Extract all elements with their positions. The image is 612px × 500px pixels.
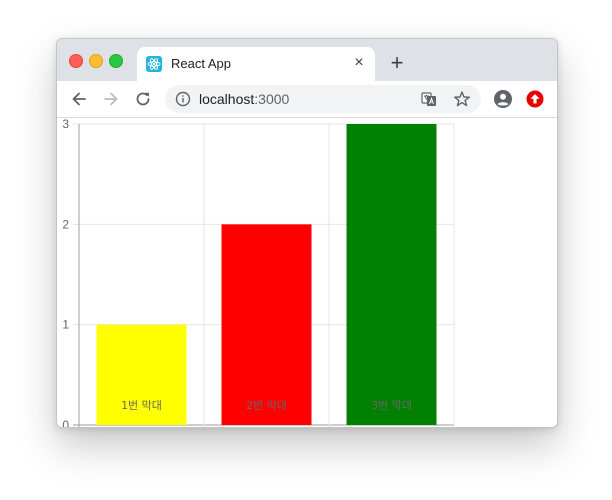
browser-window: React App × + localhost:3000 0 1 2 3 1번 … <box>56 38 558 428</box>
browser-tab[interactable]: React App × <box>137 47 375 81</box>
y-tick-label: 0 <box>62 418 69 427</box>
url-port: :3000 <box>254 91 290 107</box>
x-tick-label: 2번 막대 <box>246 399 287 412</box>
extension-upload-icon[interactable] <box>525 89 545 109</box>
star-icon[interactable] <box>453 90 471 108</box>
reload-icon[interactable] <box>133 89 153 109</box>
translate-icon[interactable] <box>421 91 437 107</box>
browser-toolbar: localhost:3000 <box>57 81 557 118</box>
new-tab-button[interactable]: + <box>387 52 407 74</box>
address-bar[interactable]: localhost:3000 <box>165 85 481 113</box>
y-tick-label: 3 <box>62 118 69 131</box>
x-tick-label: 3번 막대 <box>371 399 412 412</box>
back-arrow-icon[interactable] <box>69 89 89 109</box>
y-tick-label: 2 <box>62 217 69 231</box>
tab-close-icon[interactable]: × <box>351 55 367 71</box>
bar <box>221 224 312 425</box>
title-bar: React App × + <box>57 39 557 81</box>
url-host: localhost <box>199 91 255 107</box>
x-tick-label: 1번 막대 <box>121 399 162 412</box>
forward-arrow-icon[interactable] <box>101 89 121 109</box>
profile-icon[interactable] <box>493 89 513 109</box>
page-content: 0 1 2 3 1번 막대 2번 막대 3번 막대 <box>57 118 557 427</box>
info-icon[interactable] <box>175 91 191 107</box>
close-window-button[interactable] <box>69 54 83 68</box>
tab-title: React App <box>171 56 231 71</box>
url-text: localhost:3000 <box>199 91 289 107</box>
bar-chart: 0 1 2 3 1번 막대 2번 막대 3번 막대 <box>62 118 455 427</box>
y-tick-label: 1 <box>62 318 69 332</box>
bar <box>346 124 437 425</box>
maximize-window-button[interactable] <box>109 54 123 68</box>
minimize-window-button[interactable] <box>89 54 103 68</box>
react-logo-icon <box>146 56 162 72</box>
